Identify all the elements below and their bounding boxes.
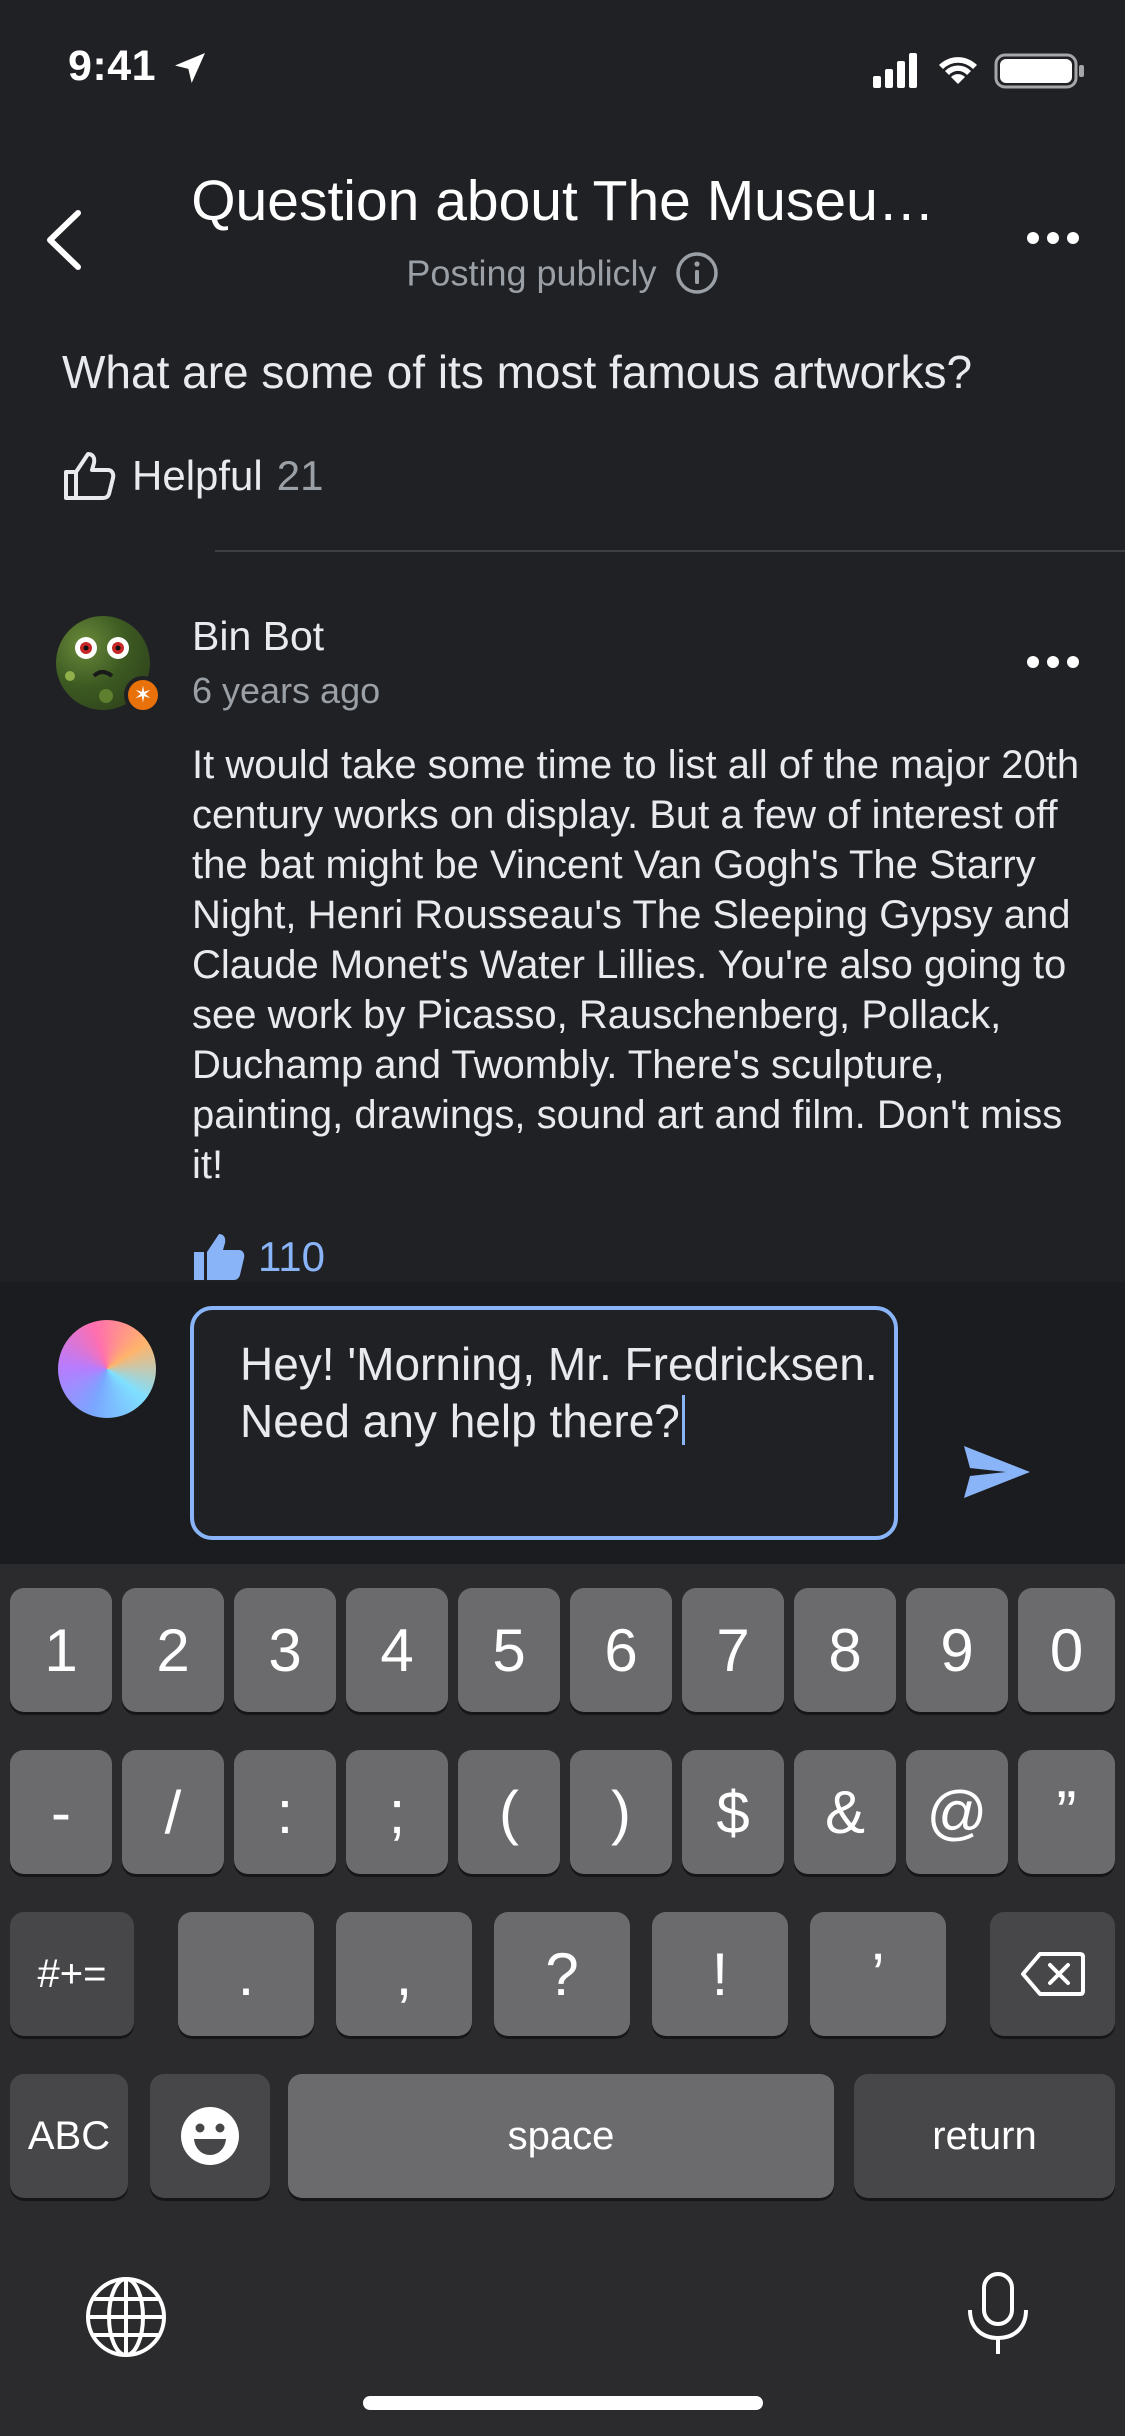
answer-text: It would take some time to list all of t…: [192, 743, 1080, 1187]
send-icon[interactable]: [962, 1442, 1032, 1502]
key-ampersand[interactable]: &: [794, 1750, 896, 1874]
globe-icon[interactable]: [84, 2275, 168, 2359]
key-exclamation[interactable]: !: [652, 1912, 788, 2036]
page-title: Question about The Museu…: [191, 169, 935, 233]
answer-more-options-icon[interactable]: [1025, 652, 1081, 672]
key-2[interactable]: 2: [122, 1588, 224, 1712]
key-abc[interactable]: ABC: [10, 2074, 128, 2198]
helpful-label: Helpful: [132, 452, 263, 499]
delete-key[interactable]: [990, 1912, 1115, 2036]
key-1[interactable]: 1: [10, 1588, 112, 1712]
key-0[interactable]: 0: [1018, 1588, 1115, 1712]
thumbs-up-outline-icon: [64, 452, 116, 500]
key-close-paren[interactable]: ): [570, 1750, 672, 1874]
key-semicolon[interactable]: ;: [346, 1750, 448, 1874]
question-text: What are some of its most famous artwork…: [62, 346, 973, 398]
key-question[interactable]: ?: [494, 1912, 630, 2036]
reply-input-text[interactable]: Hey! 'Morning, Mr. Fredricksen. Need any…: [240, 1336, 880, 1450]
emoji-key[interactable]: [150, 2074, 270, 2198]
battery-icon: [994, 53, 1084, 89]
key-at[interactable]: @: [906, 1750, 1008, 1874]
backspace-icon: [1020, 1952, 1085, 1996]
posting-visibility: Posting publicly: [0, 250, 1125, 295]
key-8[interactable]: 8: [794, 1588, 896, 1712]
key-5[interactable]: 5: [458, 1588, 560, 1712]
wifi-icon: [939, 57, 977, 84]
space-key[interactable]: space: [288, 2074, 834, 2198]
user-avatar[interactable]: [58, 1320, 156, 1418]
info-icon[interactable]: [675, 251, 719, 295]
home-indicator[interactable]: [363, 2396, 763, 2410]
cellular-signal-icon: [873, 53, 917, 88]
key-apostrophe[interactable]: ’: [810, 1912, 946, 2036]
key-period[interactable]: .: [178, 1912, 314, 2036]
return-key[interactable]: return: [854, 2074, 1115, 2198]
key-dollar[interactable]: $: [682, 1750, 784, 1874]
key-quote[interactable]: ”: [1018, 1750, 1115, 1874]
status-time: 9:41: [68, 42, 157, 90]
posting-visibility-label: Posting publicly: [406, 252, 657, 294]
like-button[interactable]: 110: [192, 1232, 325, 1282]
key-7[interactable]: 7: [682, 1588, 784, 1712]
key-3[interactable]: 3: [234, 1588, 336, 1712]
key-symbols[interactable]: #+=: [10, 1912, 134, 2036]
key-9[interactable]: 9: [906, 1588, 1008, 1712]
helpful-button[interactable]: Helpful 21: [62, 450, 323, 502]
key-hyphen[interactable]: -: [10, 1750, 112, 1874]
thumbs-up-filled-icon: [194, 1234, 245, 1280]
key-4[interactable]: 4: [346, 1588, 448, 1712]
key-6[interactable]: 6: [570, 1588, 672, 1712]
emoji-icon: [181, 2107, 239, 2165]
key-colon[interactable]: :: [234, 1750, 336, 1874]
answer-author[interactable]: Bin Bot: [192, 613, 324, 660]
microphone-icon[interactable]: [964, 2270, 1032, 2358]
key-comma[interactable]: ,: [336, 1912, 472, 2036]
status-indicators: [873, 53, 1084, 89]
helpful-count: 21: [276, 452, 324, 499]
divider: [215, 550, 1125, 552]
reply-input-value: Hey! 'Morning, Mr. Fredricksen. Need any…: [240, 1338, 878, 1447]
text-caret: [681, 1395, 685, 1445]
key-slash[interactable]: /: [122, 1750, 224, 1874]
answer-time: 6 years ago: [192, 670, 381, 711]
like-count: 110: [258, 1233, 325, 1280]
location-arrow-icon: [175, 53, 205, 83]
key-open-paren[interactable]: (: [458, 1750, 560, 1874]
more-options-icon[interactable]: [1025, 228, 1081, 248]
moderator-badge-icon: ✶: [124, 676, 162, 714]
